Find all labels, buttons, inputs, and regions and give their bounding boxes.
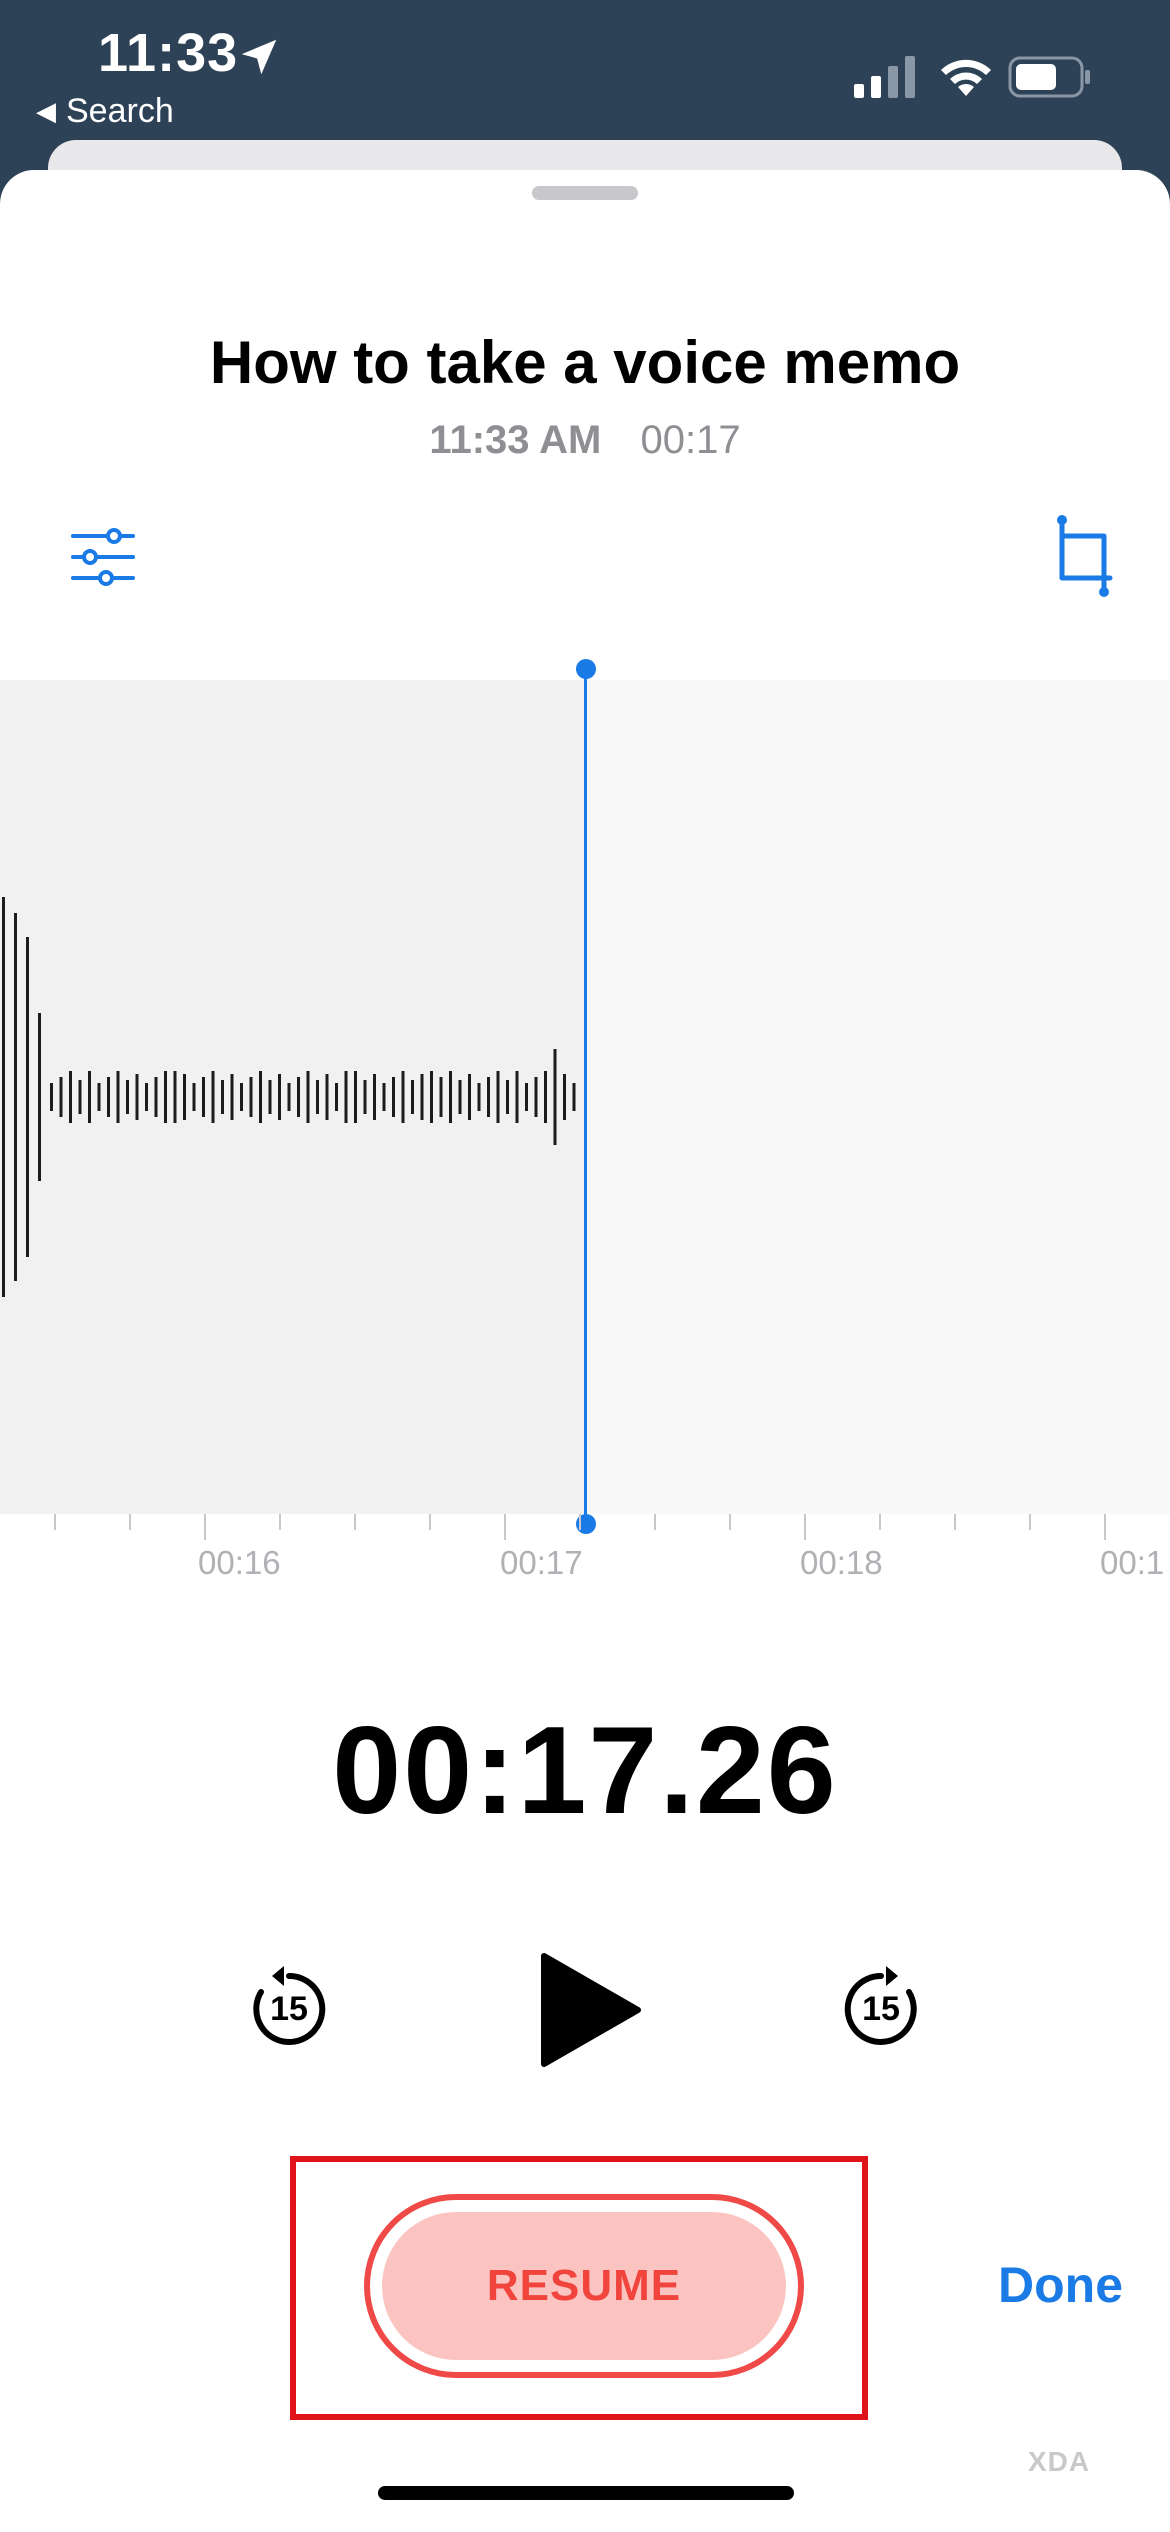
skip-back-15-button[interactable]: 15 [244,1962,334,2052]
wifi-icon [941,59,991,96]
sheet-grabber[interactable] [532,186,638,200]
status-time: 11:33 [98,23,239,83]
waveform-bar [344,1071,348,1123]
waveform-bar [297,1077,300,1117]
waveform-bar [202,1077,205,1117]
location-arrow-icon [241,39,277,75]
playhead-top-handle[interactable] [576,659,596,679]
battery-icon [1008,56,1090,98]
status-bar: 11:33 ◀ Search [0,0,1170,160]
waveform-bar [506,1080,509,1114]
waveform-bar [116,1071,120,1123]
trim-crop-icon[interactable] [1052,514,1114,598]
waveform-bar [363,1080,367,1114]
waveform-bar [439,1077,443,1117]
waveform-bar [135,1074,139,1120]
back-search-label: Search [66,92,174,130]
settings-sliders-icon[interactable] [70,528,136,586]
resume-button[interactable]: RESUME [382,2212,786,2360]
waveform-bar [259,1071,262,1123]
waveform-bar [477,1083,481,1111]
waveform-bar [420,1074,424,1120]
waveform-bar [572,1083,576,1111]
waveform-bar [278,1074,281,1120]
memo-duration: 00:17 [640,418,741,462]
waveform-bar [373,1074,376,1120]
waveform-bar [458,1080,462,1114]
waveform-bar [525,1083,528,1111]
waveform-bar [230,1074,234,1120]
waveform-bar [164,1071,167,1123]
waveform-bar [173,1071,177,1123]
waveform-bar [287,1083,291,1111]
waveform-bar [14,913,17,1281]
waveform-bar [325,1074,329,1120]
waveform-bar [316,1080,319,1114]
waveform-bar [496,1071,500,1123]
waveform-bar [107,1077,110,1117]
waveform-bar [487,1077,490,1117]
waveform-bar [306,1071,310,1123]
timeline-label: 00:16 [198,1544,281,1581]
waveform-bar [335,1083,338,1111]
done-button[interactable]: Done [998,2256,1123,2314]
back-to-search-link[interactable]: ◀ Search [36,92,174,131]
timeline-label: 00:1 [1100,1544,1165,1581]
waveform-bar [430,1071,433,1123]
waveform-bar [354,1071,357,1123]
waveform-bar [88,1071,91,1123]
xda-watermark-logo: XDA [1028,2446,1091,2477]
waveform-bar [50,1083,53,1111]
waveform-bar [392,1077,395,1117]
waveform-bar [26,937,29,1257]
cellular-signal-icon [854,56,915,98]
waveform-bar [192,1083,196,1111]
skip-forward-seconds: 15 [862,1990,900,2028]
waveform-bar [145,1083,148,1111]
play-button[interactable] [534,1950,644,2070]
waveform-bar [240,1083,243,1111]
waveform-bar [38,1013,41,1181]
waveform-bar [401,1071,405,1123]
waveform-bar [553,1049,557,1145]
memo-meta: 11:33 AM 00:17 [0,418,1170,463]
waveform-bar [249,1077,253,1117]
waveform-bar [515,1071,519,1123]
memo-title[interactable]: How to take a voice memo [0,328,1170,397]
waveform-bar [183,1074,186,1120]
memo-recorded-time: 11:33 AM [429,418,602,462]
waveform-bar [534,1077,538,1117]
waveform-bar [563,1074,566,1120]
skip-forward-15-button[interactable]: 15 [836,1962,926,2052]
playhead[interactable] [584,668,587,1524]
back-triangle-icon: ◀ [36,96,56,126]
timeline-label: 00:18 [800,1544,883,1581]
home-indicator[interactable] [378,2486,794,2500]
waveform-bar [211,1071,215,1123]
waveform-bar [544,1071,547,1123]
waveform-bar [78,1080,82,1114]
waveform-bar [97,1083,101,1111]
waveform-bar [154,1077,158,1117]
waveform-bar [221,1080,224,1114]
waveform-bar [468,1074,471,1120]
waveform-bar [382,1083,386,1111]
elapsed-timer: 00:17.26 [332,1702,838,1840]
waveform-bar [59,1077,63,1117]
waveform-bar [268,1080,272,1114]
skip-back-seconds: 15 [270,1990,308,2028]
waveform-bar [411,1080,414,1114]
waveform-bar [69,1071,72,1123]
waveform-bar [2,897,5,1297]
timeline-label: 00:17 [500,1544,583,1581]
waveform-bar [449,1071,452,1123]
timeline-ticks [54,1514,1106,1540]
waveform-bar [126,1080,129,1114]
